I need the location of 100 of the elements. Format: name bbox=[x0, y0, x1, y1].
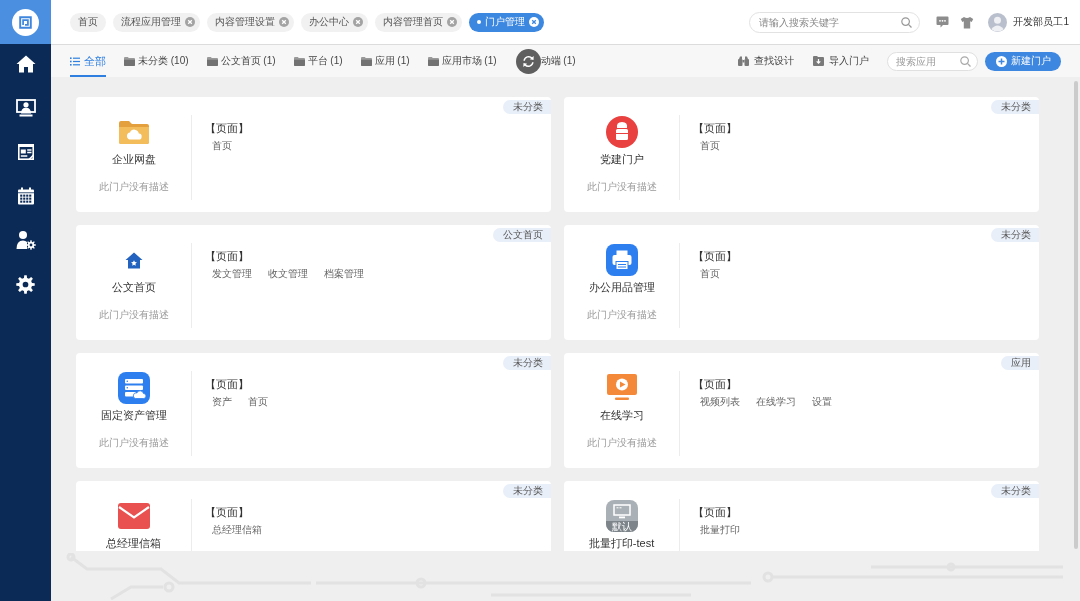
monitor-user-icon[interactable] bbox=[15, 99, 36, 117]
category-tab[interactable]: 应用市场 (1) bbox=[427, 45, 497, 77]
envelope-icon bbox=[117, 503, 150, 529]
portal-description: 此门户没有描述 bbox=[98, 180, 169, 194]
refresh-button[interactable] bbox=[515, 48, 541, 74]
pages-heading: 【页面】 bbox=[693, 505, 737, 519]
chat-icon[interactable] bbox=[936, 16, 950, 28]
category-tag: 公文首页 bbox=[493, 228, 551, 242]
portal-name: 公文首页 bbox=[111, 281, 156, 294]
category-tag: 未分类 bbox=[503, 484, 551, 498]
page-link[interactable]: 批量打印 bbox=[700, 523, 740, 537]
toolbar-button[interactable]: 导入门户 bbox=[813, 54, 869, 68]
page-link[interactable]: 首页 bbox=[700, 139, 720, 153]
pages-heading: 【页面】 bbox=[205, 505, 249, 519]
category-tab[interactable]: 平台 (1) bbox=[293, 45, 343, 77]
category-tab[interactable]: 公文首页 (1) bbox=[206, 45, 276, 77]
category-tag: 未分类 bbox=[503, 356, 551, 370]
folder-icon bbox=[206, 56, 218, 66]
portal-card[interactable]: 在线学习 此门户没有描述 【页面】 视频列表 在线学习 设置 应用 bbox=[564, 353, 1039, 468]
close-icon[interactable] bbox=[185, 17, 195, 27]
portal-card[interactable]: 公文首页 此门户没有描述 【页面】 发文管理 收文管理 档案管理 公文首页 bbox=[76, 225, 551, 340]
page-link[interactable]: 视频列表 bbox=[700, 395, 740, 409]
category-tab[interactable]: 应用 (1) bbox=[360, 45, 410, 77]
page-tab[interactable]: 办公中心 bbox=[301, 12, 368, 32]
active-dot-icon bbox=[477, 20, 481, 24]
portal-description: 此门户没有描述 bbox=[98, 308, 169, 322]
category-tag: 未分类 bbox=[991, 100, 1039, 114]
user-gear-icon[interactable] bbox=[15, 230, 36, 250]
printer-icon bbox=[605, 244, 638, 276]
pages-heading: 【页面】 bbox=[693, 377, 737, 391]
binoculars-icon bbox=[738, 56, 749, 66]
page-tab[interactable]: 内容管理首页 bbox=[375, 12, 462, 32]
portal-card[interactable]: 企业网盘 此门户没有描述 【页面】 首页 未分类 bbox=[76, 97, 551, 212]
page-link[interactable]: 首页 bbox=[212, 139, 232, 153]
category-tag: 未分类 bbox=[991, 228, 1039, 242]
calendar-icon[interactable] bbox=[16, 187, 35, 205]
pages-heading: 【页面】 bbox=[205, 121, 249, 135]
close-icon[interactable] bbox=[353, 17, 363, 27]
portal-card[interactable]: 固定资产管理 此门户没有描述 【页面】 资产 首页 未分类 bbox=[76, 353, 551, 468]
icon-label: 默认 bbox=[605, 521, 638, 532]
search-icon[interactable] bbox=[901, 16, 913, 28]
close-icon[interactable] bbox=[447, 17, 457, 27]
portal-name: 批量打印-test bbox=[588, 537, 655, 550]
page-link[interactable]: 总经理信箱 bbox=[212, 523, 262, 537]
plus-circle-icon bbox=[995, 55, 1007, 67]
page-link[interactable]: 发文管理 bbox=[212, 267, 252, 281]
portal-card[interactable]: 党建门户 此门户没有描述 【页面】 首页 未分类 bbox=[564, 97, 1039, 212]
app-search-field[interactable]: 搜索应用 bbox=[887, 51, 978, 71]
user-name[interactable]: 开发部员工1 bbox=[1013, 15, 1069, 29]
pages-heading: 【页面】 bbox=[205, 249, 249, 263]
refresh-icon bbox=[521, 54, 535, 68]
page-link[interactable]: 首页 bbox=[248, 395, 268, 409]
close-icon[interactable] bbox=[279, 17, 289, 27]
category-tag: 应用 bbox=[1001, 356, 1039, 370]
page-tab[interactable]: 首页 bbox=[70, 12, 106, 32]
list-icon bbox=[70, 56, 80, 66]
page-link[interactable]: 设置 bbox=[812, 395, 832, 409]
new-portal-button[interactable]: 新建门户 bbox=[985, 51, 1061, 71]
category-tab[interactable]: 动端 (1) bbox=[540, 45, 576, 77]
search-icon[interactable] bbox=[960, 55, 971, 67]
page-tab[interactable]: 门户管理 bbox=[469, 12, 544, 32]
page-tab[interactable]: 流程应用管理 bbox=[113, 12, 200, 32]
portal-description: 此门户没有描述 bbox=[586, 436, 657, 450]
portal-name: 企业网盘 bbox=[111, 153, 156, 166]
pages-heading: 【页面】 bbox=[693, 249, 737, 263]
page-tab[interactable]: 内容管理设置 bbox=[207, 12, 294, 32]
portal-card[interactable]: 办公用品管理 此门户没有描述 【页面】 首页 未分类 bbox=[564, 225, 1039, 340]
close-icon[interactable] bbox=[529, 17, 539, 27]
portal-description: 此门户没有描述 bbox=[98, 436, 169, 450]
scrollbar-thumb[interactable] bbox=[1074, 81, 1078, 549]
page-link[interactable]: 收文管理 bbox=[268, 267, 308, 281]
page-link[interactable]: 首页 bbox=[700, 267, 720, 281]
portal-name: 党建门户 bbox=[599, 153, 644, 166]
monitor-icon bbox=[612, 504, 631, 519]
logo-icon bbox=[12, 8, 39, 36]
toolbar-button[interactable]: 查找设计 bbox=[738, 54, 794, 68]
newspaper-icon[interactable] bbox=[16, 143, 35, 161]
folder-icon bbox=[124, 56, 135, 66]
category-tab[interactable]: 未分类 (10) bbox=[124, 45, 189, 77]
page-link[interactable]: 档案管理 bbox=[324, 267, 364, 281]
page-link[interactable]: 在线学习 bbox=[756, 395, 796, 409]
home-icon[interactable] bbox=[15, 55, 36, 73]
shirt-icon[interactable] bbox=[960, 15, 975, 29]
portal-name: 总经理信箱 bbox=[106, 537, 161, 550]
portal-card[interactable]: 默认 批量打印-test 【页面】 批量打印 未分类 bbox=[564, 481, 1039, 551]
folder-icon bbox=[427, 56, 439, 66]
search-field[interactable]: 请输入搜索关键字 bbox=[749, 11, 921, 33]
avatar-icon[interactable] bbox=[988, 12, 1008, 32]
settings-icon[interactable] bbox=[16, 274, 35, 294]
category-tag: 未分类 bbox=[991, 484, 1039, 498]
portal-name: 在线学习 bbox=[599, 409, 644, 422]
server-icon bbox=[117, 372, 150, 404]
portal-card[interactable]: 总经理信箱 【页面】 总经理信箱 未分类 bbox=[76, 481, 551, 551]
import-icon bbox=[813, 56, 824, 66]
play-monitor-icon bbox=[606, 374, 637, 402]
cloud-folder-icon bbox=[118, 120, 149, 144]
page-link[interactable]: 资产 bbox=[212, 395, 232, 409]
portal-description: 此门户没有描述 bbox=[586, 180, 657, 194]
portal-name: 办公用品管理 bbox=[588, 281, 655, 294]
category-tag: 未分类 bbox=[503, 100, 551, 114]
